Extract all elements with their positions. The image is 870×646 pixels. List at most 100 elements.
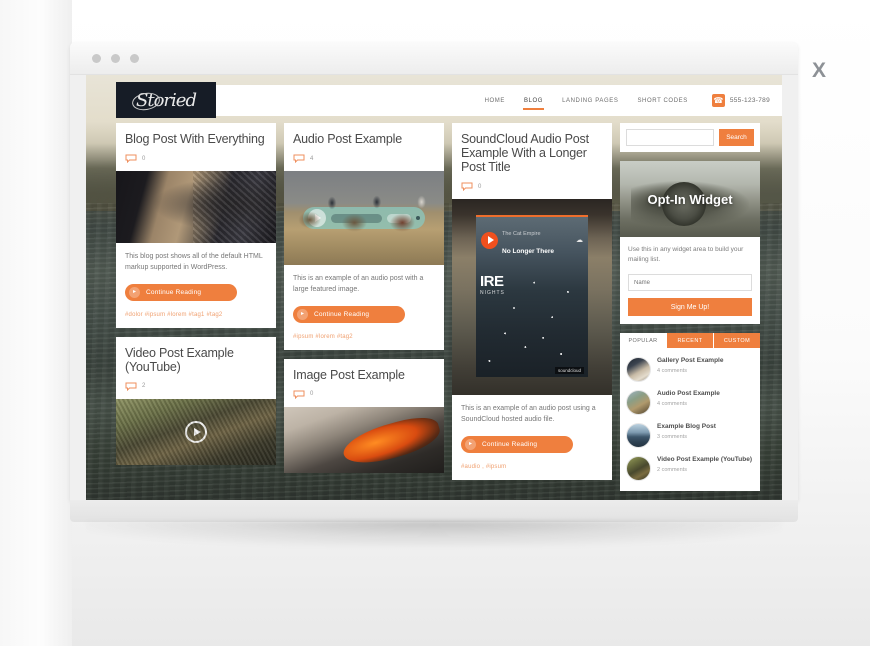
post-title[interactable]: Image Post Example — [293, 368, 435, 382]
continue-reading-label: Continue Reading — [314, 310, 370, 318]
continue-reading-button[interactable]: ▸ Continue Reading — [293, 305, 405, 323]
tab-recent[interactable]: RECENT — [667, 333, 714, 349]
site-viewport: Storied HOME BLOG LANDING PAGES SHORT CO… — [86, 75, 782, 500]
list-item-text: Gallery Post Example 4 comments — [657, 357, 723, 373]
chevron-right-icon: ▸ — [465, 438, 476, 450]
post-tags[interactable]: #dolor #ipsum #lorem #tag1 #tag2 — [125, 312, 267, 318]
audio-menu-icon[interactable] — [415, 216, 420, 220]
window-close-dot[interactable] — [92, 53, 101, 63]
audio-player[interactable] — [303, 207, 425, 229]
comment-row[interactable]: 0 — [461, 182, 603, 194]
window-minimize-dot[interactable] — [111, 53, 120, 63]
soundcloud-play-icon[interactable] — [481, 231, 498, 249]
soundcloud-footer-label: soundcloud — [554, 367, 584, 374]
site-logo[interactable]: Storied — [116, 82, 216, 118]
list-item[interactable]: Gallery Post Example 4 comments — [626, 353, 754, 386]
tab-panel-popular: Gallery Post Example 4 comments Audio Po… — [620, 348, 760, 491]
comment-bubble-icon — [125, 382, 137, 391]
nav-item-home[interactable]: HOME — [484, 89, 506, 113]
list-item-title: Example Blog Post — [657, 423, 716, 431]
logo-script-text: Storied — [136, 89, 197, 111]
header-phone[interactable]: ☎ 555-123-789 — [711, 94, 770, 107]
post-featured-image[interactable] — [116, 171, 276, 243]
search-button[interactable]: Search — [719, 129, 754, 146]
list-item-title: Gallery Post Example — [657, 357, 724, 365]
site-header: Storied HOME BLOG LANDING PAGES SHORT CO… — [116, 82, 782, 118]
list-item-title: Video Post Example (YouTube) — [657, 456, 752, 464]
nav-item-landing-pages[interactable]: LANDING PAGES — [561, 89, 619, 113]
backdrop-left-panel — [0, 0, 72, 646]
chevron-right-icon: ▸ — [129, 286, 140, 298]
tab-popular[interactable]: POPULAR — [620, 333, 667, 349]
tab-custom[interactable]: CUSTOM — [714, 333, 760, 349]
comment-row[interactable]: 4 — [293, 154, 435, 166]
post-featured-video[interactable] — [116, 398, 276, 465]
optin-description: Use this in any widget area to build you… — [628, 246, 744, 264]
soundcloud-player[interactable]: The Cat Empire No Longer There ☁ IRE NIG… — [476, 215, 588, 377]
phone-icon: ☎ — [711, 94, 725, 107]
post-title[interactable]: Audio Post Example — [293, 132, 435, 146]
close-icon[interactable]: X — [812, 59, 826, 83]
post-featured-image[interactable] — [284, 406, 444, 473]
continue-reading-label: Continue Reading — [146, 288, 202, 296]
optin-header-image: Opt-In Widget — [620, 161, 760, 237]
list-item-meta: 2 comments — [657, 466, 687, 473]
comment-count: 4 — [310, 155, 314, 162]
card-header: Image Post Example 0 — [284, 359, 444, 407]
post-thumbnail — [626, 456, 651, 482]
card-body: This is an example of an audio post usin… — [452, 395, 612, 480]
card-header: Video Post Example (YouTube) 2 — [116, 337, 276, 399]
play-icon[interactable] — [185, 420, 207, 443]
list-item[interactable]: Example Blog Post 3 comments — [626, 419, 754, 452]
list-item-meta: 4 comments — [657, 367, 687, 374]
post-excerpt: This is an example of an audio post usin… — [461, 405, 596, 423]
browser-window: X Storied HOME BLOG LANDING PAGES SHORT … — [70, 42, 826, 500]
search-input[interactable] — [626, 129, 714, 146]
grid-column-3: SoundCloud Audio Post Example With a Lon… — [452, 123, 612, 491]
list-item-meta: 4 comments — [657, 400, 687, 407]
post-card-blog-everything[interactable]: Blog Post With Everything 0 This blog po… — [116, 123, 276, 328]
post-card-image[interactable]: Image Post Example 0 — [284, 358, 444, 473]
post-tags[interactable]: #ipsum #lorem #tag2 — [293, 334, 435, 340]
list-item[interactable]: Video Post Example (YouTube) 2 comments — [626, 452, 754, 485]
comment-row[interactable]: 2 — [125, 382, 267, 394]
list-item-text: Example Blog Post 3 comments — [657, 423, 716, 439]
audio-play-icon[interactable] — [308, 209, 327, 227]
card-header: Blog Post With Everything 0 — [116, 123, 276, 171]
post-card-video[interactable]: Video Post Example (YouTube) 2 — [116, 336, 276, 465]
post-thumbnail — [626, 390, 651, 416]
post-tags[interactable]: #audio , #ipsum — [461, 464, 603, 470]
sign-me-up-button[interactable]: Sign Me Up! — [628, 298, 752, 317]
nav-item-blog[interactable]: BLOG — [522, 89, 545, 113]
window-maximize-dot[interactable] — [130, 53, 139, 63]
post-thumbnail — [626, 357, 651, 383]
comment-row[interactable]: 0 — [125, 154, 267, 166]
comment-count: 0 — [310, 391, 314, 398]
album-wordmark: IRE NIGHTS — [480, 273, 505, 296]
tabbed-posts-widget: POPULAR RECENT CUSTOM Gallery Post Examp… — [620, 333, 760, 492]
comment-row[interactable]: 0 — [293, 390, 435, 402]
post-card-soundcloud[interactable]: SoundCloud Audio Post Example With a Lon… — [452, 123, 612, 480]
optin-name-field[interactable] — [628, 274, 752, 292]
post-title[interactable]: SoundCloud Audio Post Example With a Lon… — [461, 132, 603, 174]
comment-bubble-icon — [293, 154, 305, 163]
comment-count: 2 — [142, 383, 146, 390]
audio-progress-track[interactable] — [331, 213, 382, 223]
soundcloud-embed-area[interactable]: The Cat Empire No Longer There ☁ IRE NIG… — [452, 199, 612, 395]
continue-reading-button[interactable]: ▸ Continue Reading — [461, 435, 573, 453]
list-item-title: Audio Post Example — [657, 390, 720, 398]
comment-count: 0 — [478, 183, 482, 190]
comment-bubble-icon — [461, 182, 473, 191]
browser-titlebar — [70, 42, 798, 75]
search-widget: Search — [620, 123, 760, 152]
continue-reading-button[interactable]: ▸ Continue Reading — [125, 283, 237, 301]
post-featured-image[interactable] — [284, 171, 444, 265]
nav-item-short-codes[interactable]: SHORT CODES — [636, 89, 688, 113]
post-excerpt: This is an example of an audio post with… — [293, 275, 424, 293]
list-item[interactable]: Audio Post Example 4 comments — [626, 386, 754, 419]
card-header: Audio Post Example 4 — [284, 123, 444, 171]
post-card-audio[interactable]: Audio Post Example 4 This is an example … — [284, 123, 444, 350]
post-title[interactable]: Blog Post With Everything — [125, 132, 267, 146]
post-title[interactable]: Video Post Example (YouTube) — [125, 346, 267, 374]
audio-volume-slider[interactable] — [386, 213, 411, 223]
